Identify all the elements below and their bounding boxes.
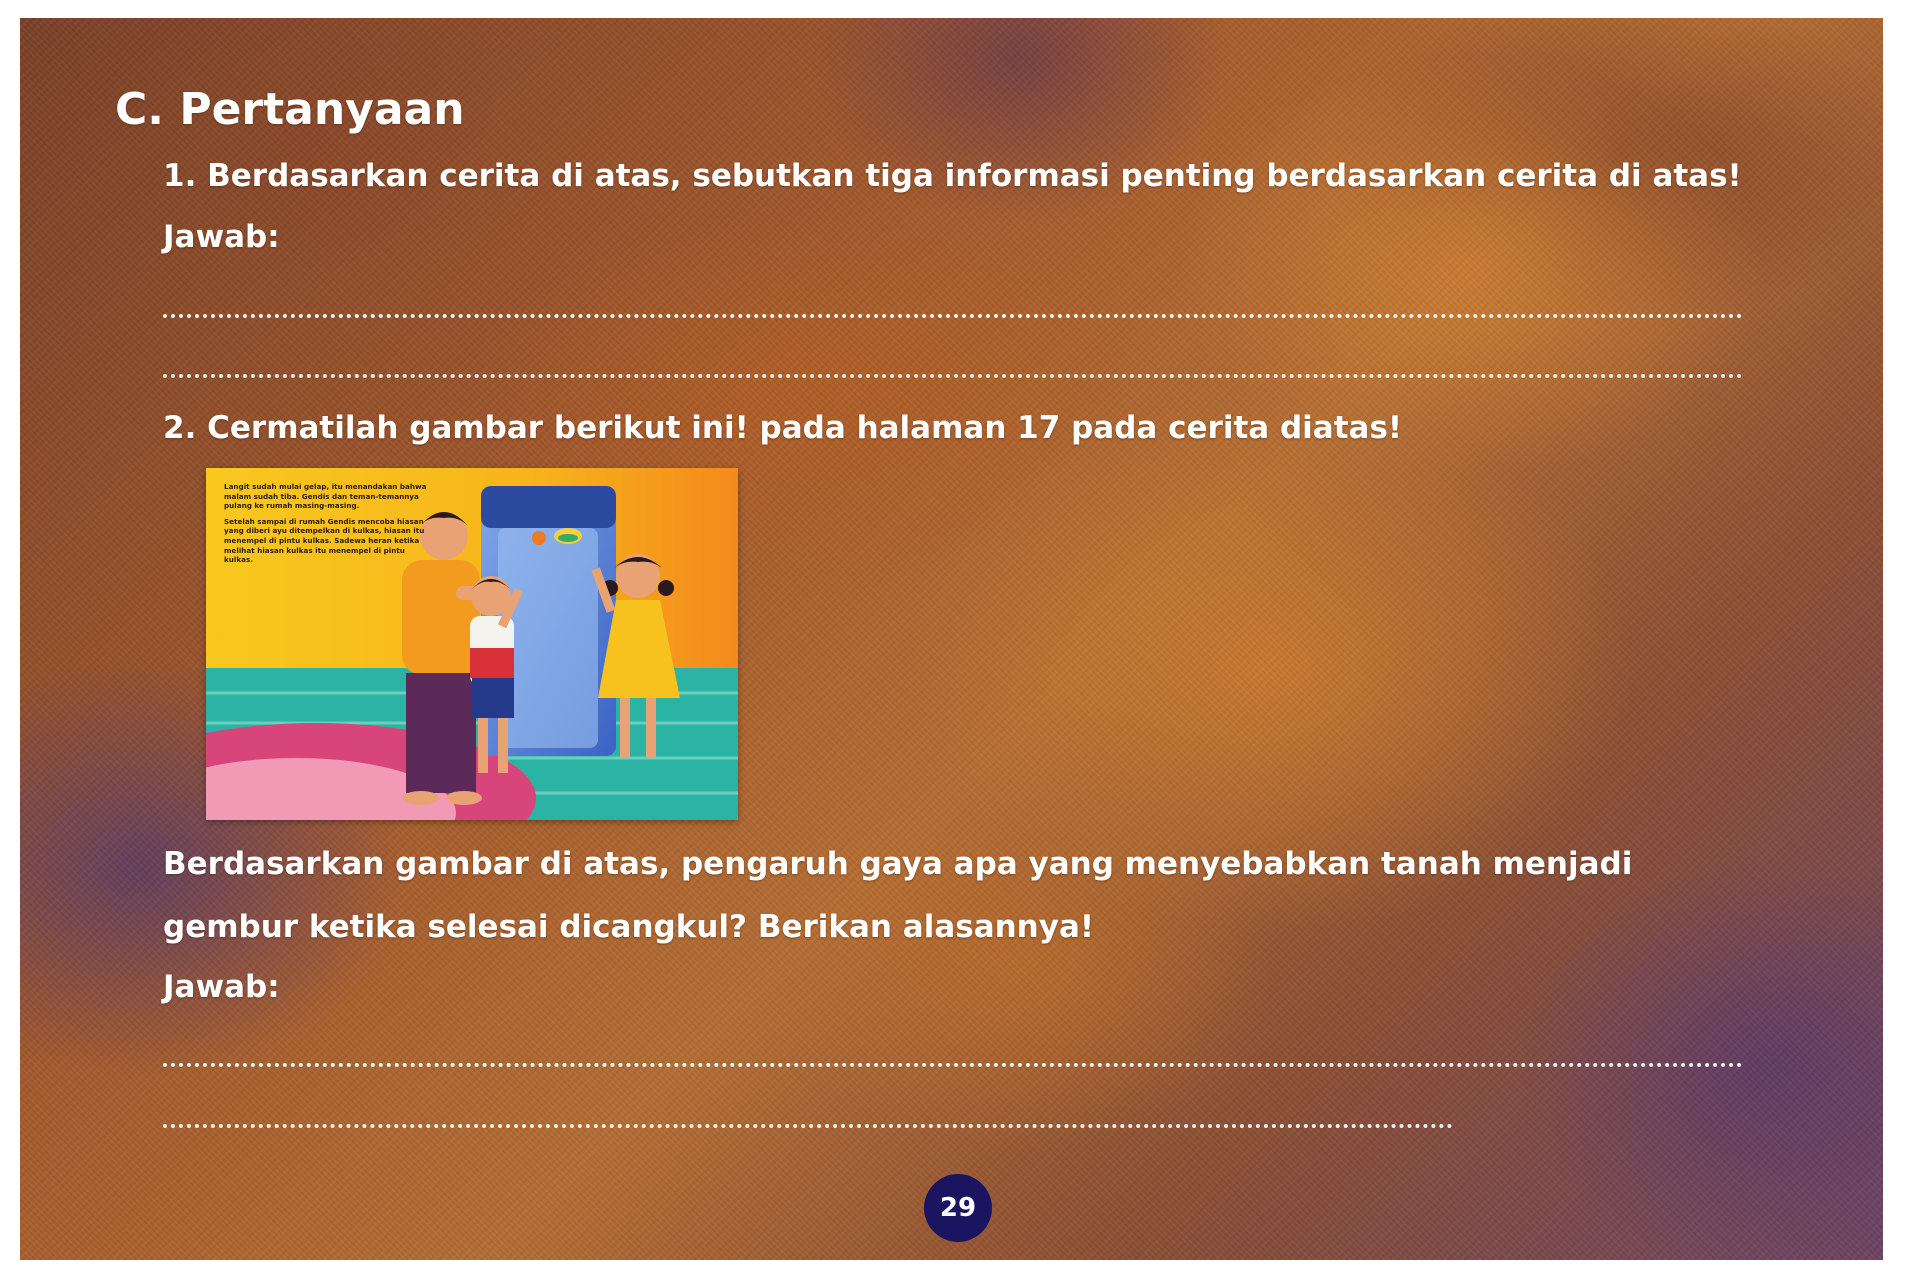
answer-line-2b[interactable] [163, 1124, 1453, 1128]
answer-line-2a[interactable] [163, 1063, 1743, 1067]
question-2: 2. Cermatilah gambar berikut ini! pada h… [163, 410, 1403, 446]
illustration-paragraph-1: Langit sudah mulai gelap, itu menandakan… [224, 482, 427, 511]
answer-label-1: Jawab: [163, 219, 280, 255]
story-illustration: Langit sudah mulai gelap, itu menandakan… [206, 468, 738, 820]
illustration-caption: Langit sudah mulai gelap, itu menandakan… [224, 482, 434, 571]
answer-label-2: Jawab: [163, 969, 280, 1005]
question-2-body-line-2: gembur ketika selesai dicangkul? Berikan… [163, 909, 1095, 945]
page-number-badge: 29 [924, 1174, 992, 1242]
question-2-body-line-1: Berdasarkan gambar di atas, pengaruh gay… [163, 846, 1633, 882]
worksheet-page: C. Pertanyaan 1. Berdasarkan cerita di a… [20, 18, 1883, 1260]
section-title: C. Pertanyaan [115, 84, 465, 135]
answer-line-1b[interactable] [163, 374, 1743, 378]
answer-line-1a[interactable] [163, 314, 1743, 318]
question-1: 1. Berdasarkan cerita di atas, sebutkan … [163, 158, 1742, 194]
illustration-paragraph-2: Setelah sampai di rumah Gendis mencoba h… [224, 516, 425, 565]
